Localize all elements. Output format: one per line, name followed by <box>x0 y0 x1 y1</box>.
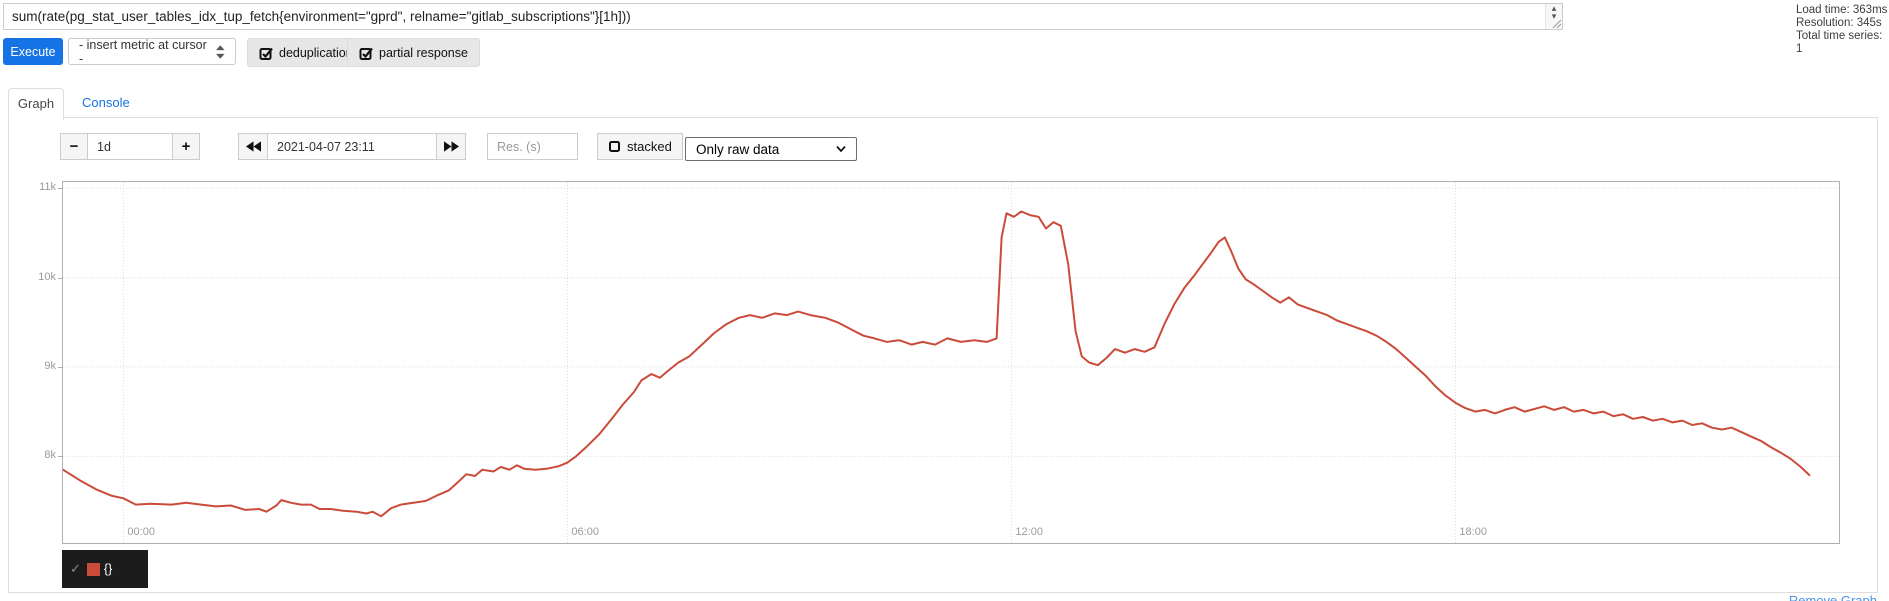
deduplication-label: deduplication <box>279 45 353 60</box>
chart: 8k 9k 10k 11k 00:00 06:00 12:00 18:00 <box>38 181 1840 544</box>
query-stats: Load time: 363ms Resolution: 345s Total … <box>1796 4 1889 56</box>
execute-button[interactable]: Execute <box>3 38 63 65</box>
time-forward-button[interactable] <box>436 133 466 160</box>
resolution-text: Resolution: 345s <box>1796 17 1882 29</box>
y-axis-label: 10k <box>38 270 56 283</box>
rewind-icon <box>245 141 261 152</box>
resolution-input[interactable] <box>487 133 578 160</box>
stacked-label: stacked <box>627 139 672 154</box>
checked-checkbox-icon <box>259 47 273 60</box>
partial-response-label: partial response <box>379 45 468 60</box>
legend-series-name: {} <box>103 562 113 576</box>
legend-check-icon: ✓ <box>70 561 81 576</box>
y-axis-label: 11k <box>39 181 56 194</box>
time-back-button[interactable] <box>238 133 268 160</box>
load-time-text: Load time: 363ms <box>1796 4 1888 16</box>
tab-graph[interactable]: Graph <box>8 88 64 120</box>
y-axis-tick <box>58 188 62 190</box>
raw-data-select[interactable]: Only raw data <box>685 137 857 161</box>
y-axis-tick <box>58 277 62 279</box>
query-expression-text: sum(rate(pg_stat_user_tables_idx_tup_fet… <box>12 9 631 24</box>
range-input[interactable] <box>87 133 174 160</box>
chevron-down-icon <box>836 146 846 152</box>
y-axis-label: 8k <box>44 449 56 462</box>
legend-swatch <box>86 562 100 576</box>
stacked-toggle[interactable]: stacked <box>597 133 683 160</box>
range-increase-button[interactable]: + <box>172 133 200 160</box>
prometheus-graph-page: sum(rate(pg_stat_user_tables_idx_tup_fet… <box>0 0 1889 601</box>
y-axis-tick <box>58 366 62 368</box>
insert-metric-select[interactable]: - insert metric at cursor - <box>68 37 236 66</box>
tab-console[interactable]: Console <box>70 88 142 118</box>
datetime-input[interactable] <box>267 133 438 160</box>
total-series-text: Total time series: 1 <box>1796 30 1883 55</box>
query-input[interactable]: sum(rate(pg_stat_user_tables_idx_tup_fet… <box>3 3 1563 30</box>
select-updown-icon <box>216 44 225 59</box>
y-axis-label: 9k <box>44 359 56 372</box>
x-axis-label: 18:00 <box>1459 526 1487 538</box>
series-line <box>63 210 1811 518</box>
legend-item[interactable]: ✓ {} <box>62 550 148 588</box>
y-axis-tick <box>58 456 62 458</box>
x-axis-label: 06:00 <box>571 526 599 538</box>
fast-forward-icon <box>443 141 459 152</box>
remove-graph-button[interactable]: Remove Graph <box>1789 593 1877 601</box>
range-decrease-button[interactable]: − <box>60 133 88 160</box>
raw-data-selected-value: Only raw data <box>696 141 780 157</box>
x-axis-label: 00:00 <box>127 526 155 538</box>
partial-response-toggle[interactable]: partial response <box>347 38 480 67</box>
x-axis-label: 12:00 <box>1015 526 1043 538</box>
insert-metric-label: - insert metric at cursor - <box>79 37 207 66</box>
plot-area[interactable] <box>62 181 1840 544</box>
resize-grip-icon[interactable] <box>1551 18 1561 28</box>
unchecked-checkbox-icon <box>609 141 620 152</box>
checked-checkbox-icon <box>359 47 373 60</box>
